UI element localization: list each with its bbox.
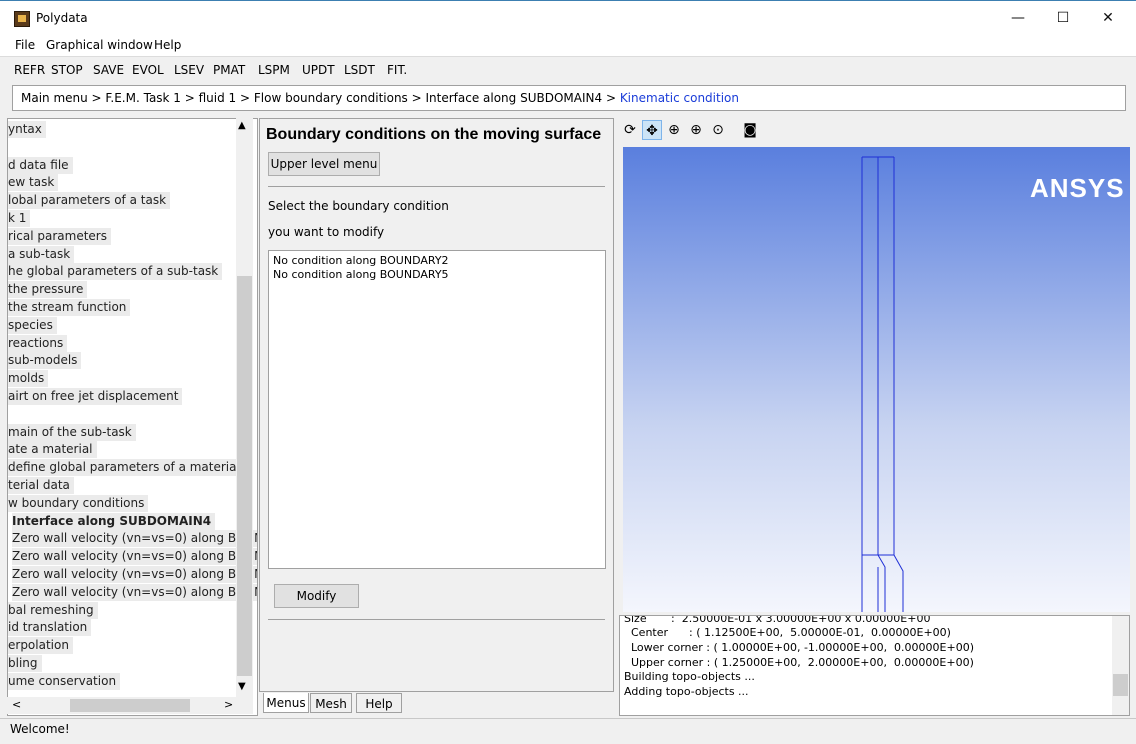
breadcrumb-current: Kinematic condition	[619, 91, 739, 105]
tree-item[interactable]: rical parameters	[8, 227, 111, 245]
tree-item[interactable]: ate a material	[8, 441, 97, 459]
tree-item[interactable]: Zero wall velocity (vn=vs=0) along BOUND…	[12, 530, 257, 548]
tree-item[interactable]: Zero wall velocity (vn=vs=0) along BOUND…	[12, 566, 257, 583]
tree-item[interactable]: a sub-task	[8, 245, 75, 263]
console-line: Adding topo-objects ...	[624, 685, 749, 698]
zoom-in-icon[interactable]: ⊕	[664, 120, 684, 140]
console-line: Center : ( 1.12500E+00, 5.00000E-01, 0.0…	[624, 626, 951, 639]
toolbar-lsev-button[interactable]: LSEV	[174, 63, 204, 77]
console-line: Lower corner : ( 1.00000E+00, -1.00000E+…	[624, 641, 974, 654]
toolbar-lspm-button[interactable]: LSPM	[258, 63, 290, 77]
tree-item[interactable]: Zero wall velocity (vn=vs=0) along BOUND…	[12, 583, 257, 601]
console-scroll-thumb[interactable]	[1113, 674, 1128, 696]
tree-item[interactable]: main of the sub-task	[8, 423, 136, 441]
tree-item[interactable]: erpolation	[8, 637, 73, 655]
tree-item[interactable]: species	[8, 316, 57, 334]
ansys-logo: ANSYS	[1030, 173, 1125, 203]
panel-divider	[268, 186, 605, 187]
status-bar	[0, 718, 1136, 743]
mesh-drawing	[861, 156, 904, 612]
tree-horizontal-scroll-thumb[interactable]	[70, 699, 190, 712]
title-bar	[0, 0, 1136, 36]
tree-item[interactable]: molds	[8, 370, 49, 388]
toolbar-evol-button[interactable]: EVOL	[132, 63, 164, 77]
scroll-right-icon[interactable]: >	[224, 698, 233, 711]
tree-item[interactable]: id translation	[8, 619, 92, 637]
zoom-fit-icon[interactable]: ⊙	[708, 120, 728, 140]
tree-vertical-scroll-thumb[interactable]	[237, 276, 252, 676]
tab-mesh[interactable]: Mesh	[310, 693, 352, 713]
graphics-viewport[interactable]	[623, 147, 1130, 612]
tree-item[interactable]: the pressure	[8, 281, 88, 299]
scroll-up-icon[interactable]: ▲	[238, 120, 246, 131]
tree-item[interactable]: yntax	[8, 121, 46, 138]
modify-button[interactable]: Modify	[274, 584, 359, 608]
list-item[interactable]: No condition along BOUNDARY5	[273, 268, 449, 281]
menu-tree: yntax d data file ew task lobal parameters …	[7, 118, 258, 716]
tree-item[interactable]: the stream function	[8, 299, 131, 316]
zoom-box-icon[interactable]: ⊕	[686, 120, 706, 140]
minimize-button[interactable]: —	[995, 0, 1041, 36]
rotate-icon[interactable]: ⟳	[620, 120, 640, 140]
tree-item[interactable]: ume conservation	[8, 672, 121, 690]
scroll-down-icon[interactable]: ▼	[238, 681, 246, 692]
tree-item[interactable]: k 1	[8, 210, 31, 227]
tree-item[interactable]: reactions	[8, 334, 68, 352]
toolbar-pmat-button[interactable]: PMAT	[213, 63, 245, 77]
toolbar-save-button[interactable]: SAVE	[93, 63, 124, 77]
tree-item[interactable]: sub-models	[8, 352, 82, 370]
tree-item[interactable]: ew task	[8, 174, 59, 192]
toolbar-refr-button[interactable]: REFR	[14, 63, 45, 77]
tree-item[interactable]: d data file	[8, 156, 73, 174]
upper-level-menu-button[interactable]: Upper level menu	[268, 152, 380, 176]
tree-item[interactable]: w boundary conditions	[8, 494, 149, 512]
breadcrumb-path[interactable]: Main menu > F.E.M. Task 1 > fluid 1 > Fl…	[21, 91, 620, 105]
console-scrollbar[interactable]	[1112, 616, 1129, 715]
status-text: Welcome!	[10, 722, 70, 736]
tab-help[interactable]: Help	[356, 693, 402, 713]
toolbar-divider	[0, 56, 1136, 57]
console-line: Upper corner : ( 1.25000E+00, 2.00000E+0…	[624, 656, 974, 669]
scroll-left-icon[interactable]: <	[12, 698, 21, 711]
console-line: Building topo-objects ...	[624, 670, 755, 683]
window-title: Polydata	[36, 11, 88, 25]
tree-item[interactable]: bling	[8, 655, 42, 672]
pan-icon[interactable]: ✥	[642, 120, 662, 140]
boundary-condition-list[interactable]: No condition along BOUNDARY2 No conditio…	[268, 250, 606, 569]
toolbar-updt-button[interactable]: UPDT	[302, 63, 335, 77]
console-line: Size : 2.50000E-01 x 3.00000E+00 x 0.000…	[624, 615, 931, 625]
instruction-line-1: Select the boundary condition	[268, 199, 449, 213]
tab-menus[interactable]: Menus	[263, 693, 309, 713]
tree-item[interactable]: he global parameters of a sub-task	[8, 263, 223, 281]
panel-divider	[268, 619, 605, 620]
menu-help[interactable]: Help	[154, 38, 181, 52]
toolbar-fit-button[interactable]: FIT.	[387, 63, 407, 77]
tree-item[interactable]: define global parameters of a material	[8, 459, 244, 477]
tree-item[interactable]: airt on free jet displacement	[8, 388, 183, 405]
tree-item[interactable]: bal remeshing	[8, 601, 98, 619]
tree-item[interactable]: lobal parameters of a task	[8, 192, 171, 210]
toolbar-stop-button[interactable]: STOP	[51, 63, 83, 77]
camera-icon[interactable]: ◙	[740, 120, 760, 140]
app-icon	[14, 11, 30, 27]
toolbar-lsdt-button[interactable]: LSDT	[344, 63, 375, 77]
tree-item[interactable]: Zero wall velocity (vn=vs=0) along BOUND…	[12, 548, 257, 566]
breadcrumb: Main menu > F.E.M. Task 1 > fluid 1 > Fl…	[12, 85, 1126, 111]
maximize-button[interactable]: ☐	[1040, 0, 1086, 36]
instruction-line-2: you want to modify	[268, 225, 385, 239]
panel-heading: Boundary conditions on the moving surfac…	[266, 126, 602, 143]
menu-graphical-window[interactable]: Graphical window	[46, 38, 153, 52]
menu-file[interactable]: File	[15, 38, 35, 52]
tree-item[interactable]: terial data	[8, 477, 74, 494]
output-console[interactable]: Size : 2.50000E-01 x 3.00000E+00 x 0.000…	[619, 615, 1130, 716]
close-button[interactable]: ✕	[1085, 0, 1131, 36]
list-item[interactable]: No condition along BOUNDARY2	[273, 254, 449, 267]
tree-item[interactable]: Interface along SUBDOMAIN4	[12, 512, 216, 530]
